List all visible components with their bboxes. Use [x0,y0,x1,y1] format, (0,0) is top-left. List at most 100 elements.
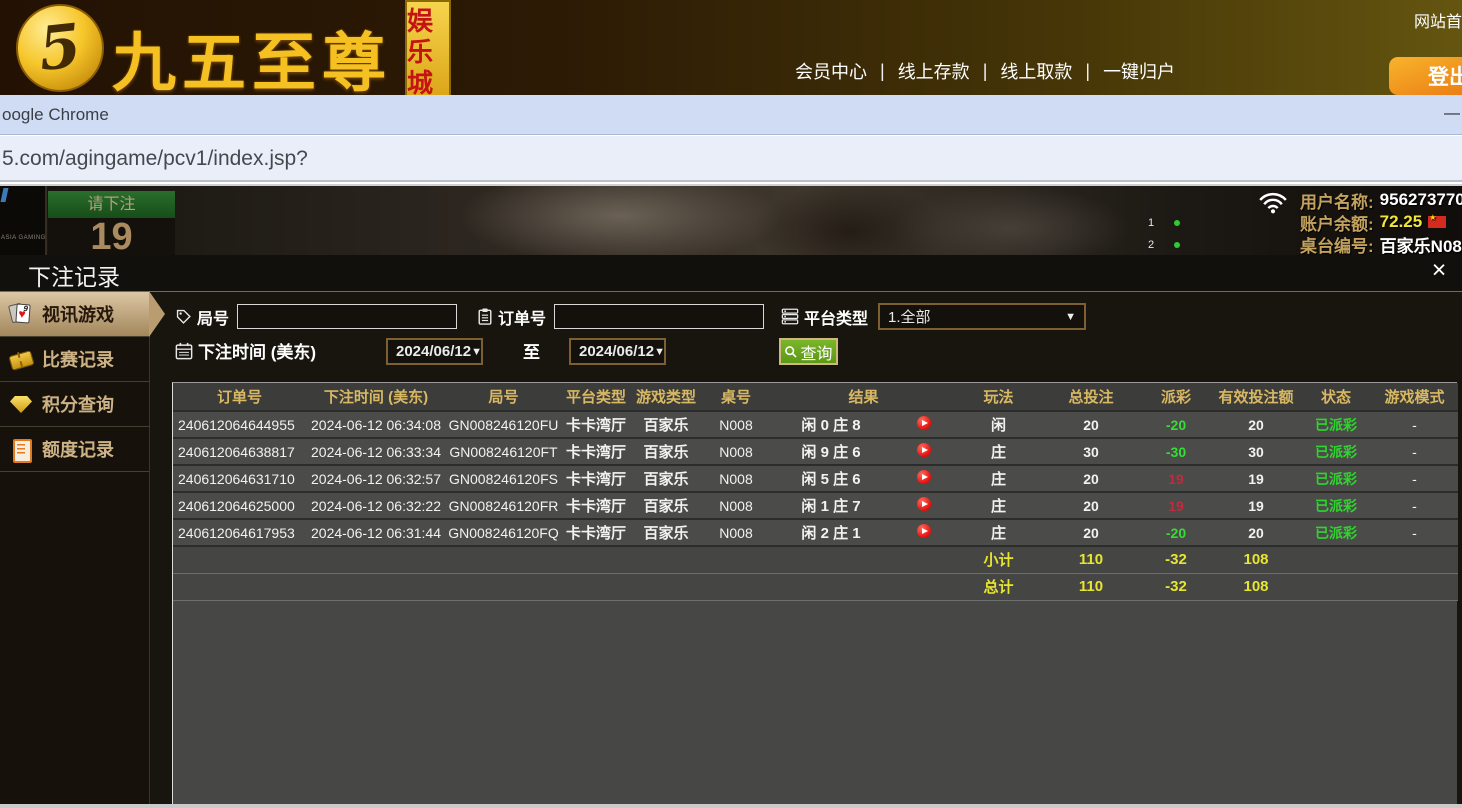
game-video-strip: ASIA GAMING 请下注 19 1 2 用户名称: 956273770 账… [0,184,1462,255]
cell-order: 240612064644955 [173,411,306,438]
cell-game: 百家乐 [631,438,701,465]
logo-badge: 娱乐城 [405,0,451,95]
search-icon [784,345,798,359]
cell-payout: -20 [1141,519,1211,546]
subtotal-row: 小计 110 -32 108 [173,546,1458,573]
wifi-icon [1258,192,1288,214]
round-filter-group: 局号 [175,304,457,329]
play-icon[interactable] [917,470,931,484]
cell-replay [891,411,956,438]
col-status: 状态 [1301,383,1371,411]
date-from-select[interactable]: 2024/06/12 ▼ [386,338,483,365]
cell-payout: 19 [1141,465,1211,492]
chevron-down-icon: ▼ [471,346,482,358]
url-bar[interactable]: 5.com/agingame/pcv1/index.jsp? [0,136,1462,182]
minimize-button[interactable]: — [1444,95,1460,133]
sidebar-item-match-records[interactable]: 比赛记录 [0,337,149,382]
chevron-down-icon: ▼ [654,346,665,358]
play-icon[interactable] [917,443,931,457]
sidebar-item-points-query[interactable]: 积分查询 [0,382,149,427]
cell-payout: 19 [1141,492,1211,519]
cell-order: 240612064617953 [173,519,306,546]
nav-member-center[interactable]: 会员中心 [795,58,867,84]
cell-table-no: N008 [701,519,771,546]
sidebar-item-video-games[interactable]: 视讯游戏 [0,292,149,337]
cell-mode: - [1371,438,1458,465]
table-row: 240612064644955 2024-06-12 06:34:08 GN00… [173,411,1458,438]
round-number-input[interactable] [237,304,457,329]
cell-order: 240612064638817 [173,438,306,465]
sidebar-item-label: 额度记录 [42,436,114,462]
nav-separator: | [880,61,885,82]
gem-icon [9,392,33,416]
total-total-bet: 110 [1041,573,1141,600]
cell-game: 百家乐 [631,519,701,546]
provider-panel: ASIA GAMING [0,186,47,255]
main-nav: 会员中心 | 线上存款 | 线上取款 | 一键归户 [795,58,1175,84]
logout-button[interactable]: 登出 [1389,57,1462,95]
cell-mode: - [1371,411,1458,438]
cell-game: 百家乐 [631,492,701,519]
logo-text: 九五至尊 [112,12,392,95]
cell-status: 已派彩 [1301,438,1371,465]
cell-play-type: 庄 [956,519,1041,546]
cell-play-type: 闲 [956,411,1041,438]
close-icon[interactable]: × [1424,256,1454,285]
url-text[interactable]: 5.com/agingame/pcv1/index.jsp? [2,136,308,181]
bet-records-table: 订单号 下注时间 (美东) 局号 平台类型 游戏类型 桌号 结果 玩法 总投注 … [172,382,1457,804]
total-label: 总计 [956,573,1041,600]
sidebar-item-label: 积分查询 [42,391,114,417]
nav-separator: | [1085,61,1090,82]
platform-filter-group: 平台类型 1.全部 ▼ [781,303,1086,330]
cell-total-bet: 20 [1041,465,1141,492]
search-button[interactable]: 查询 [779,338,838,365]
col-game-type: 游戏类型 [631,383,701,411]
nav-online-withdraw[interactable]: 线上取款 [1000,58,1072,84]
order-filter-group: 订单号 [477,304,764,329]
nav-site-home[interactable]: 网站首页 [1414,8,1462,32]
play-icon[interactable] [917,524,931,538]
cell-replay [891,519,956,546]
date-to-select[interactable]: 2024/06/12 ▼ [569,338,666,365]
platform-selected-value: 1.全部 [888,306,931,327]
cell-platform: 卡卡湾厅 [561,438,631,465]
table-row: 240612064617953 2024-06-12 06:31:44 GN00… [173,519,1458,546]
col-result: 结果 [771,383,956,411]
bet-timer-label: 请下注 [48,191,175,218]
cell-play-type: 庄 [956,438,1041,465]
page-bottom-strip [0,804,1462,808]
nav-one-key-transfer[interactable]: 一键归户 [1103,58,1175,84]
nav-online-deposit[interactable]: 线上存款 [898,58,970,84]
modal-content: 局号 订单号 [151,292,1462,808]
subtotal-total-bet: 110 [1041,546,1141,573]
order-number-input[interactable] [554,304,764,329]
cards-icon [9,302,33,326]
cell-order: 240612064631710 [173,465,306,492]
play-icon[interactable] [917,416,931,430]
cell-time: 2024-06-12 06:31:44 [306,519,446,546]
sidebar-item-credit-records[interactable]: 额度记录 [0,427,149,472]
cell-status: 已派彩 [1301,465,1371,492]
play-icon[interactable] [917,497,931,511]
cell-result: 闲 9 庄 6 [771,438,891,465]
chevron-down-icon: ▼ [1065,311,1076,323]
sidebar-item-label: 比赛记录 [42,346,114,372]
cell-platform: 卡卡湾厅 [561,492,631,519]
cell-status: 已派彩 [1301,519,1371,546]
cell-platform: 卡卡湾厅 [561,519,631,546]
cell-payout: -30 [1141,438,1211,465]
cell-payout: -20 [1141,411,1211,438]
cell-result: 闲 1 庄 7 [771,492,891,519]
subtotal-label: 小计 [956,546,1041,573]
col-round-number: 局号 [446,383,561,411]
seat-status-dot [1174,242,1180,248]
cell-time: 2024-06-12 06:32:22 [306,492,446,519]
cell-mode: - [1371,465,1458,492]
bet-time-filter-group: 下注时间 (美东) [175,338,316,363]
cell-status: 已派彩 [1301,411,1371,438]
cell-total-bet: 20 [1041,492,1141,519]
table-number-label: 桌台编号: [1300,232,1374,256]
platform-type-select[interactable]: 1.全部 ▼ [878,303,1086,330]
col-table-number: 桌号 [701,383,771,411]
cell-mode: - [1371,492,1458,519]
